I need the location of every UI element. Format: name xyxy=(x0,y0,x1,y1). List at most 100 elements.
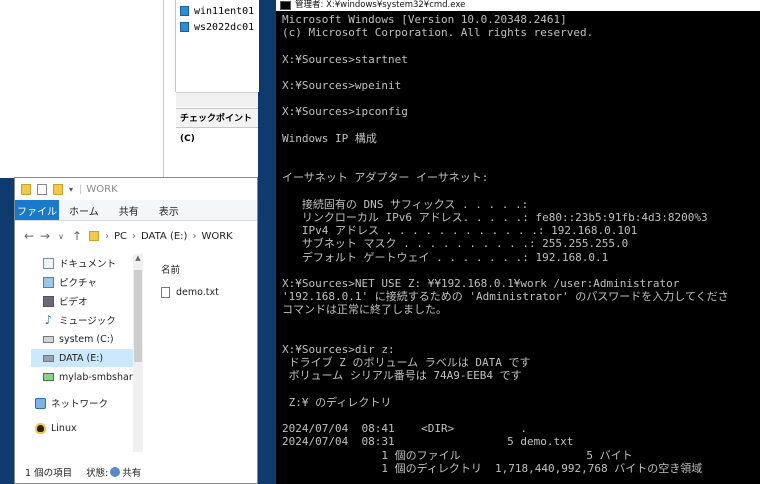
chevron-right-icon[interactable]: › xyxy=(192,231,196,242)
nav-item-network[interactable]: ネットワーク xyxy=(35,394,108,412)
console-line: イーサネット アダプター イーサネット: xyxy=(282,171,489,185)
window-title: WORK xyxy=(86,183,118,195)
nav-item-mylab-smbshare[interactable]: mylab-smbshare xyxy=(43,368,138,386)
vm-name: ws2022dc01 xyxy=(194,21,255,33)
navigation-pane: ドキュメント ピクチャ ビデオ ♪ ミュージック system (C:) DAT… xyxy=(15,254,138,452)
vm-icon xyxy=(180,22,189,32)
nav-item-music[interactable]: ♪ ミュージック xyxy=(43,311,116,329)
explorer-window: ▾ | WORK ファイル ホーム 共有 表示 ← → ∨ ↑ › PC › D… xyxy=(14,177,258,484)
console-line: X:¥Sources>startnet xyxy=(282,52,408,66)
location-folder-icon xyxy=(89,231,99,241)
nav-item-system-c[interactable]: system (C:) xyxy=(43,330,114,348)
checkpoint-header: チェックポイント(C) xyxy=(176,108,258,144)
cmd-icon xyxy=(280,1,291,10)
pictures-icon xyxy=(43,276,54,288)
console-line: 1 個のファイル 5 バイト xyxy=(282,448,633,462)
address-bar: ← → ∨ ↑ › PC › DATA (E:) › WORK xyxy=(15,224,257,248)
vm-item[interactable]: ws2022dc01 xyxy=(180,20,254,34)
tab-home[interactable]: ホーム xyxy=(59,200,109,220)
console-line: '192.168.0.1' に接続するための 'Administrator' の… xyxy=(282,290,729,304)
network-icon xyxy=(35,397,46,409)
breadcrumb-pc[interactable]: PC xyxy=(114,231,127,242)
up-icon[interactable]: ↑ xyxy=(69,229,85,243)
nav-item-videos[interactable]: ビデオ xyxy=(43,292,88,310)
console-line: X:¥Sources>ipconfig xyxy=(282,105,408,119)
chevron-right-icon[interactable]: › xyxy=(132,231,136,242)
folder-icon xyxy=(21,183,31,195)
console-line: リンクローカル IPv6 アドレス. . . . .: fe80::23b5:9… xyxy=(282,211,708,224)
console-line: Microsoft Windows [Version 10.0.20348.24… xyxy=(282,13,567,26)
network-drive-icon xyxy=(43,373,54,381)
nav-item-label: ビデオ xyxy=(59,297,88,308)
console-line: ドライブ Z のボリューム ラベルは DATA です xyxy=(282,356,531,370)
drive-icon xyxy=(43,335,54,343)
recent-locations-icon[interactable]: ∨ xyxy=(53,232,69,241)
nav-item-label: system (C:) xyxy=(59,333,114,345)
console-line: 2024/07/04 08:41 <DIR> . xyxy=(282,422,528,436)
tab-share[interactable]: 共有 xyxy=(109,200,149,220)
nav-item-label: ピクチャ xyxy=(59,278,97,289)
scroll-up-icon[interactable]: ▲ xyxy=(133,254,143,264)
cmd-title: 管理者: X:¥windows¥system32¥cmd.exe xyxy=(295,0,466,10)
nav-item-label: Linux xyxy=(51,422,77,434)
column-header-name[interactable]: 名前 xyxy=(161,262,180,276)
nav-item-documents[interactable]: ドキュメント xyxy=(43,254,116,272)
console-line: Z:¥ のディレクトリ xyxy=(282,395,392,409)
nav-item-data-e[interactable]: DATA (E:) xyxy=(31,349,133,367)
breadcrumb-data[interactable]: DATA (E:) xyxy=(141,231,187,242)
explorer-titlebar: ▾ | WORK xyxy=(15,178,257,200)
console-line: X:¥Sources>wpeinit xyxy=(282,79,402,92)
videos-icon xyxy=(43,295,54,307)
scrollbar-thumb[interactable] xyxy=(134,270,142,362)
status-bar: 1 個の項目 状態: 共有 xyxy=(15,462,257,482)
nav-item-label: ドキュメント xyxy=(59,259,117,270)
back-icon[interactable]: ← xyxy=(21,229,37,243)
documents-icon xyxy=(43,257,54,269)
vm-list: win11ent01 ws2022dc01 xyxy=(175,0,259,92)
text-file-icon xyxy=(161,286,170,298)
forward-icon[interactable]: → xyxy=(37,229,53,243)
console-line: 2024/07/04 08:31 5 demo.txt xyxy=(282,435,574,449)
linux-icon xyxy=(35,422,46,434)
breadcrumb-work[interactable]: WORK xyxy=(201,231,232,242)
vm-name: win11ent01 xyxy=(194,5,255,17)
console-line: コマンドは正常に終了しました。 xyxy=(282,303,447,317)
file-list: 名前 demo.txt xyxy=(145,254,257,452)
console-line: X:¥Sources>dir z: xyxy=(282,343,395,356)
nav-item-linux[interactable]: Linux xyxy=(35,419,77,437)
drive-icon xyxy=(43,354,54,362)
nav-item-label: ネットワーク xyxy=(51,399,109,410)
status-value: 共有 xyxy=(122,468,142,479)
navigation-scrollbar[interactable]: ▲ xyxy=(133,254,143,452)
customize-quick-access-icon[interactable]: ▾ xyxy=(69,185,73,194)
tab-file[interactable]: ファイル xyxy=(15,200,59,220)
console-line: デフォルト ゲートウェイ . . . . . . .: 192.168.0.1 xyxy=(282,250,609,264)
chevron-right-icon[interactable]: › xyxy=(105,231,109,242)
cmd-titlebar: 管理者: X:¥windows¥system32¥cmd.exe xyxy=(276,0,760,11)
item-count: 1 個の項目 xyxy=(25,468,73,479)
hyperv-left-pane xyxy=(0,0,164,178)
new-folder-icon[interactable] xyxy=(53,183,63,195)
console-line: サブネット マスク . . . . . . . . . .: 255.255.2… xyxy=(282,237,629,251)
nav-item-label: mylab-smbshare xyxy=(59,371,139,383)
horizontal-scrollbar[interactable] xyxy=(176,92,258,107)
console-line: ボリューム シリアル番号は 74A9-EEB4 です xyxy=(282,369,522,383)
console-line: Windows IP 構成 xyxy=(282,131,377,145)
file-item[interactable]: demo.txt xyxy=(161,284,219,300)
hyperv-manager-window: win11ent01 ws2022dc01 チェックポイント(C) xyxy=(0,0,259,178)
tab-view[interactable]: 表示 xyxy=(149,200,189,220)
console-line: 1 個のディレクトリ 1,718,440,992,768 バイトの空き領域 xyxy=(282,461,703,475)
vm-item[interactable]: win11ent01 xyxy=(180,4,254,18)
status-label: 状態: xyxy=(86,468,109,479)
nav-item-pictures[interactable]: ピクチャ xyxy=(43,273,97,291)
ribbon-tabs: ファイル ホーム 共有 表示 xyxy=(15,200,257,221)
console-line: X:¥Sources>NET USE Z: ¥¥192.168.0.1¥work… xyxy=(282,277,680,290)
properties-icon[interactable] xyxy=(37,183,47,195)
music-icon: ♪ xyxy=(44,312,53,327)
console-line: IPv4 アドレス . . . . . . . . . . . .: 192.1… xyxy=(282,224,638,238)
console-line: 接続固有の DNS サフィックス . . . . .: xyxy=(282,197,529,211)
cmd-window[interactable]: 管理者: X:¥windows¥system32¥cmd.exe Microso… xyxy=(276,0,760,484)
vm-icon xyxy=(180,6,189,16)
shared-users-icon xyxy=(110,467,121,477)
nav-item-label: ミュージック xyxy=(59,316,116,327)
